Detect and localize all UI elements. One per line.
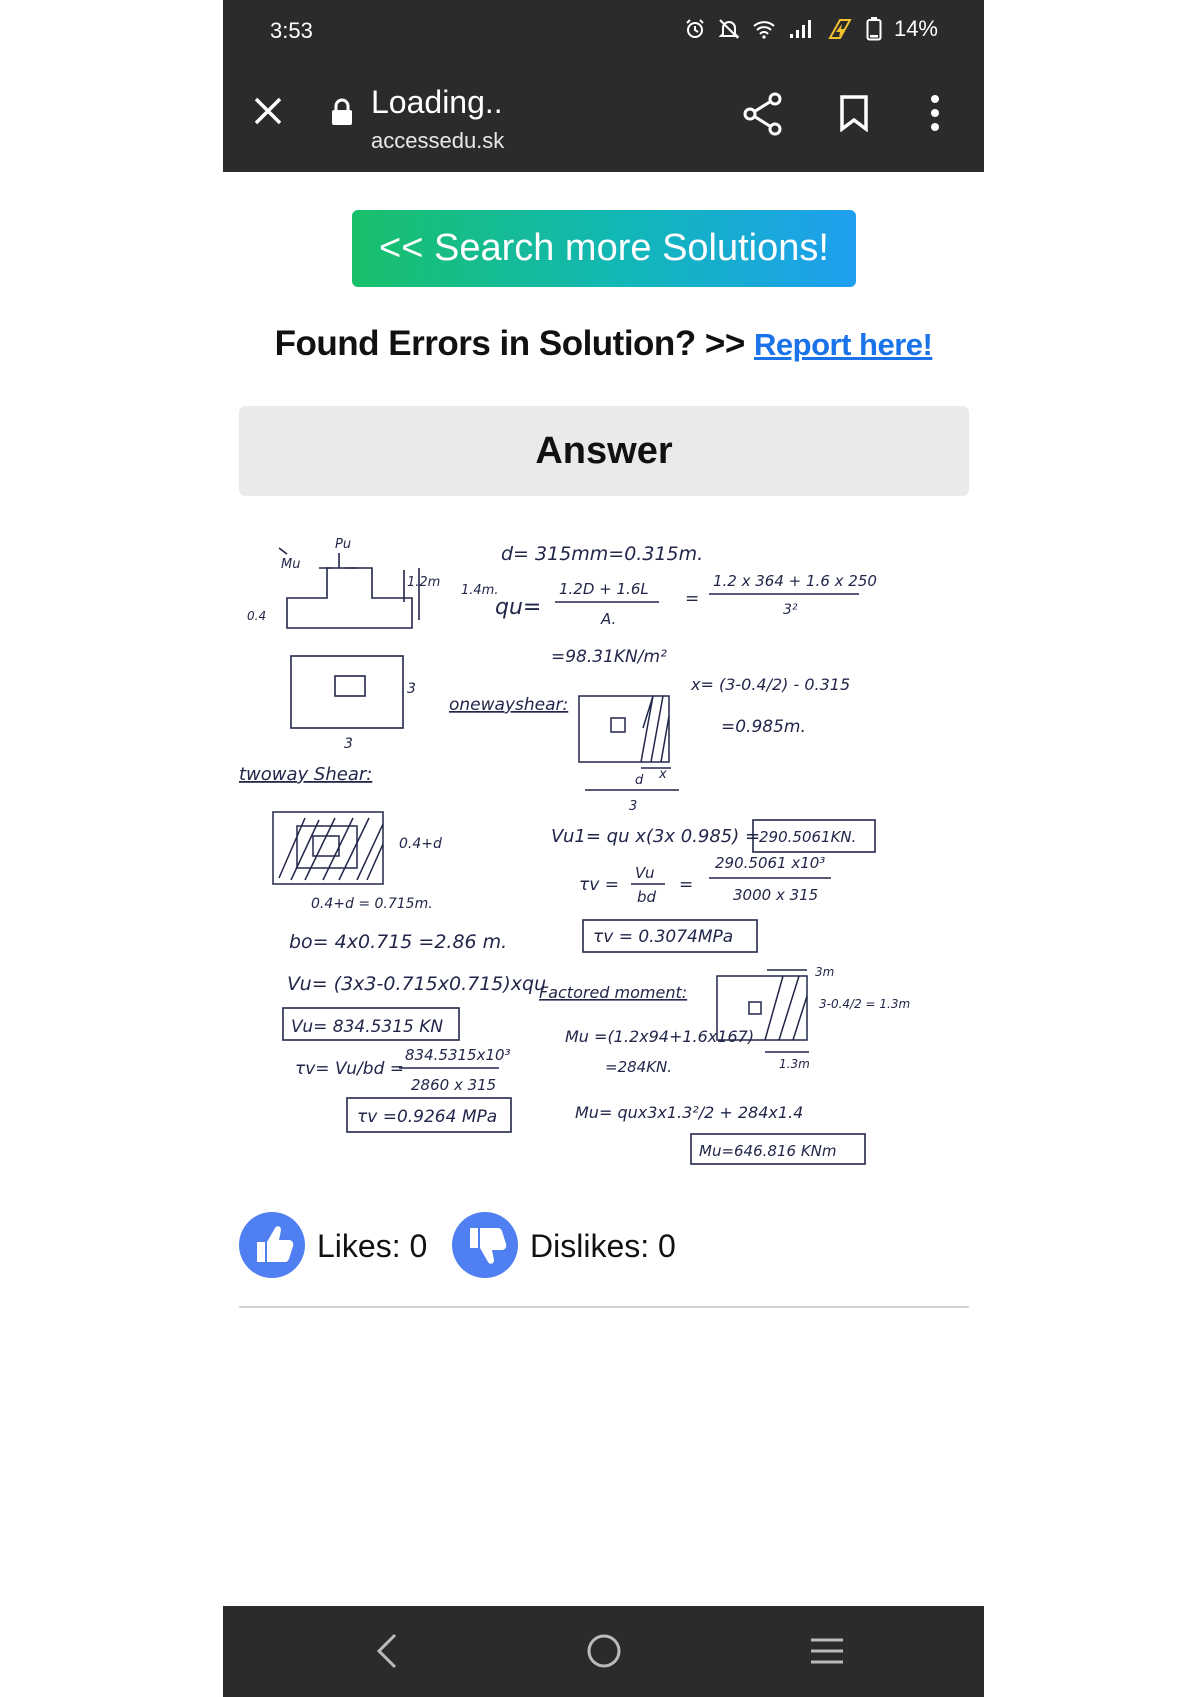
label-1-2m: 1.2m (407, 575, 440, 590)
close-icon[interactable] (253, 96, 283, 126)
label-pu: Pu (335, 537, 351, 552)
phone-screen: 3:53 14% Loading.. accessedu.sk << Searc… (223, 0, 984, 1697)
navigation-bar (223, 1606, 984, 1697)
tv2-numerator: 834.5315x10³ (405, 1046, 511, 1064)
thumbs-down-icon (470, 1228, 507, 1264)
label-1-3m: 1.3m (779, 1057, 810, 1071)
bo-equation: bo= 4x0.715 =2.86 m. (289, 931, 507, 953)
browser-toolbar: Loading.. accessedu.sk (223, 62, 984, 172)
tv1-right-denominator: 3000 x 315 (733, 886, 818, 904)
lock-icon (332, 98, 352, 125)
found-errors-line: Found Errors in Solution? >> Report here… (223, 324, 984, 364)
likes-count: Likes: 0 (317, 1228, 428, 1264)
label-3-bottom: 3 (344, 736, 353, 752)
solution-image: Mu Pu 1.2m 1.4m. 0.4 3 3 twoway Shear: 0… (239, 537, 910, 1165)
label-0-715m: 0.4+d = 0.715m. (311, 896, 433, 912)
tv1-frac-numerator: Vu (635, 864, 655, 882)
qu-equals: = (685, 589, 699, 609)
mu-final-result: Mu=646.816 KNm (699, 1142, 836, 1160)
label-0-4-plus-d-side: 0.4+d (399, 836, 442, 852)
label-0-4-left: 0.4 (247, 609, 266, 623)
answer-heading: Answer (239, 406, 969, 496)
vu1-equation: Vu1= qu x(3x 0.985) = (551, 826, 760, 847)
recents-icon[interactable] (809, 1632, 845, 1670)
tv1-equals: = (679, 875, 693, 895)
mute-icon (718, 19, 740, 39)
status-bar: 3:53 14% (223, 0, 984, 62)
like-button[interactable] (239, 1212, 305, 1278)
mu2-equation: Mu= qux3x1.3²/2 + 284x1.4 (575, 1103, 803, 1122)
two-way-shear-heading: twoway Shear: (239, 764, 372, 785)
label-3-right: 3 (407, 681, 416, 697)
report-here-link[interactable]: Report here! (754, 327, 933, 362)
x-result: =0.985m. (721, 717, 806, 737)
tv1-result: τv = 0.3074MPa (593, 927, 733, 947)
qu-label: qu= (495, 595, 541, 620)
vu2-equation: Vu= (3x3-0.715x0.715)xqu (287, 973, 546, 995)
label-1-4m: 1.4m. (461, 583, 498, 598)
more-vert-icon[interactable] (929, 94, 941, 132)
tv2-result: τv =0.9264 MPa (357, 1107, 497, 1127)
page-title[interactable]: Loading.. (371, 84, 503, 121)
label-3m: 3m (815, 965, 834, 979)
alarm-icon (686, 19, 704, 38)
x-equation: x= (3-0.4/2) - 0.315 (690, 675, 850, 694)
status-icons: 14% (684, 16, 938, 42)
divider (239, 1306, 969, 1308)
dislikes-count: Dislikes: 0 (530, 1228, 676, 1264)
page-url[interactable]: accessedu.sk (371, 128, 504, 154)
search-more-solutions-button[interactable]: << Search more Solutions! (352, 210, 856, 287)
one-way-shear-heading: onewayshear: (449, 695, 568, 715)
qu-frac1-numerator: 1.2D + 1.6L (559, 580, 649, 598)
wifi-icon (753, 21, 775, 39)
tv2-denominator: 2860 x 315 (411, 1076, 496, 1094)
tv1-label: τv = (579, 875, 619, 895)
battery-percent: 14% (893, 16, 938, 41)
found-errors-text: Found Errors in Solution? >> (274, 324, 746, 363)
qu-frac1-denominator: A. (600, 610, 616, 628)
charging-icon (828, 19, 852, 39)
bookmark-icon[interactable] (839, 94, 869, 132)
battery-icon (866, 17, 882, 41)
qu-frac2-numerator: 1.2 x 364 + 1.6 x 250 (713, 572, 877, 590)
home-icon[interactable] (585, 1632, 623, 1670)
vu2-result: Vu= 834.5315 KN (291, 1017, 443, 1037)
mu-equation: Mu =(1.2x94+1.6x167) (565, 1027, 754, 1046)
signal-icon (789, 20, 811, 38)
reactions-bar: Likes: 0 Dislikes: 0 (239, 1212, 969, 1282)
vu1-result: 290.5061KN. (759, 828, 856, 846)
thumbs-up-icon (257, 1226, 294, 1262)
back-icon[interactable] (375, 1632, 399, 1670)
tv1-right-numerator: 290.5061 x10³ (715, 854, 825, 872)
label-mu-top: Mu (281, 557, 300, 572)
tv2-equation: τv= Vu/bd = (295, 1059, 404, 1079)
mu-result: =284KN. (605, 1058, 672, 1076)
dislike-button[interactable] (452, 1212, 518, 1278)
share-icon[interactable] (743, 92, 783, 136)
qu-frac2-denominator: 3² (783, 602, 798, 618)
status-time: 3:53 (270, 18, 313, 43)
label-d: d (635, 773, 644, 788)
tv1-frac-denominator: bd (637, 888, 657, 906)
label-x: x (658, 767, 667, 782)
footing-plan-sketch (290, 655, 404, 729)
lever-arm-note: 3-0.4/2 = 1.3m (819, 997, 910, 1011)
qu-result: =98.31KN/m² (551, 647, 667, 667)
factored-moment-heading: Factored moment: (539, 983, 687, 1002)
two-way-shear-sketch (272, 811, 384, 885)
d-equation: d= 315mm=0.315m. (501, 543, 703, 565)
label-3-oneway: 3 (629, 799, 637, 814)
